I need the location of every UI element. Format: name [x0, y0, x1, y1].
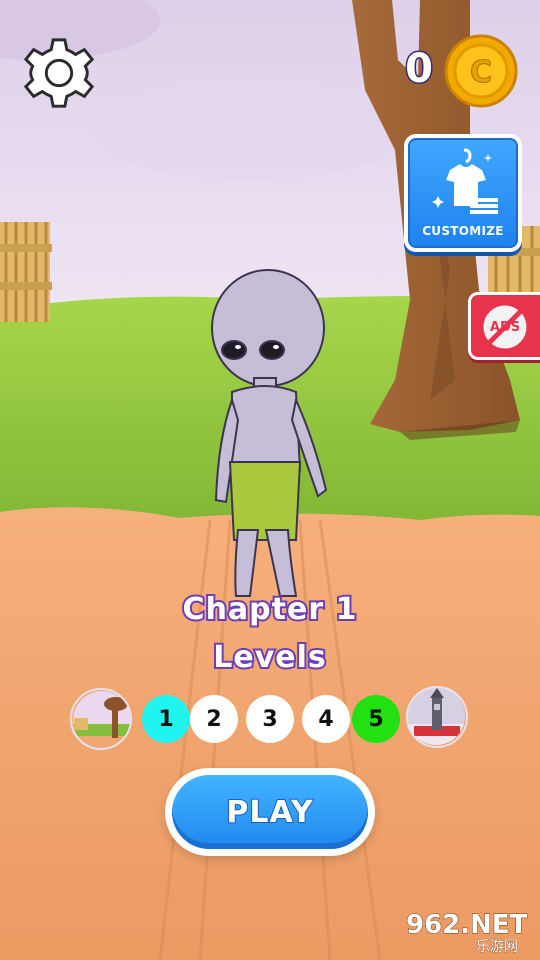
- level-1-node[interactable]: 1: [142, 695, 190, 743]
- sky-cloud: [90, 80, 410, 180]
- level-3-node[interactable]: 3: [246, 695, 294, 743]
- no-ads-button[interactable]: ADS: [468, 292, 540, 360]
- coin-icon: C: [444, 34, 518, 108]
- chapter-title: Chapter 1: [181, 590, 359, 629]
- customize-label: CUSTOMIZE: [422, 224, 504, 238]
- level-progress: 1 2 3 4 5: [70, 686, 470, 750]
- gear-icon[interactable]: [20, 34, 98, 112]
- play-label: PLAY: [225, 794, 314, 831]
- level-2-node[interactable]: 2: [190, 695, 238, 743]
- play-button-face[interactable]: PLAY: [172, 775, 368, 849]
- coin-count: 0: [404, 45, 435, 94]
- watermark-subtext: 乐游网: [476, 939, 519, 956]
- no-ads-slash: [486, 308, 524, 346]
- level-4-node[interactable]: 4: [302, 695, 350, 743]
- level-5-node[interactable]: 5: [352, 695, 400, 743]
- left-fence: [0, 222, 52, 322]
- customize-button[interactable]: CUSTOMIZE: [404, 134, 522, 252]
- play-button[interactable]: PLAY: [165, 768, 375, 856]
- levels-subtitle: Levels: [211, 638, 328, 677]
- shirt-hanger-icon: [432, 148, 498, 214]
- site-watermark: 962.NET 乐游网: [398, 908, 536, 958]
- level-end-thumbnail: [406, 686, 468, 748]
- coin-symbol: C: [470, 55, 492, 90]
- level-start-thumbnail: [70, 688, 132, 750]
